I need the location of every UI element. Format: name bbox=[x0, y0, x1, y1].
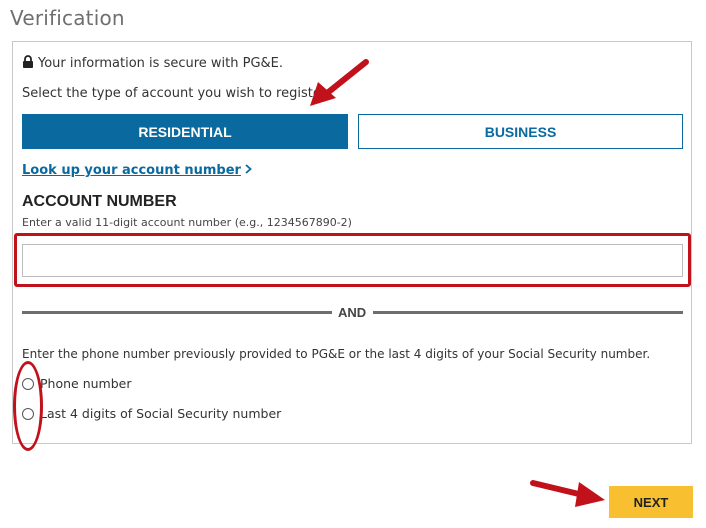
divider-left bbox=[22, 311, 332, 314]
account-number-hint: Enter a valid 11-digit account number (e… bbox=[22, 216, 352, 229]
phone-number-option-label: Phone number bbox=[40, 376, 132, 391]
radio-options-highlight bbox=[13, 361, 43, 451]
verification-method-prompt: Enter the phone number previously provid… bbox=[22, 347, 651, 361]
account-field-highlight bbox=[14, 233, 691, 287]
chevron-right-icon bbox=[245, 163, 252, 178]
account-number-label: ACCOUNT NUMBER bbox=[22, 193, 177, 210]
next-button[interactable]: NEXT bbox=[609, 486, 693, 518]
residential-button[interactable]: RESIDENTIAL bbox=[22, 114, 348, 149]
divider-right bbox=[373, 311, 683, 314]
secure-notice: Your information is secure with PG&E. bbox=[22, 55, 283, 72]
arrow-annotation-icon bbox=[530, 480, 605, 507]
verification-page: Verification Your information is secure … bbox=[0, 0, 706, 528]
lock-icon bbox=[22, 55, 34, 72]
account-type-prompt: Select the type of account you wish to r… bbox=[22, 86, 330, 101]
arrow-annotation-icon bbox=[310, 59, 369, 106]
divider-and-label: AND bbox=[338, 305, 367, 320]
page-title: Verification bbox=[10, 6, 125, 30]
ssn-last4-option-label: Last 4 digits of Social Security number bbox=[40, 406, 282, 421]
secure-text: Your information is secure with PG&E. bbox=[38, 56, 284, 71]
business-button[interactable]: BUSINESS bbox=[358, 114, 683, 149]
lookup-account-link[interactable]: Look up your account number bbox=[22, 163, 252, 178]
ssn-last4-option[interactable]: Last 4 digits of Social Security number bbox=[22, 406, 281, 421]
lookup-account-label: Look up your account number bbox=[22, 163, 241, 178]
